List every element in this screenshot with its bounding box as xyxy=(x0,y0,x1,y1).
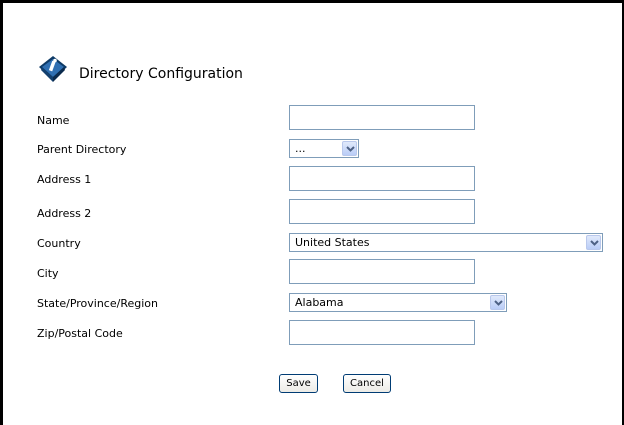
name-input[interactable] xyxy=(289,105,475,130)
chevron-down-icon[interactable] xyxy=(342,141,357,156)
state-label: State/Province/Region xyxy=(37,297,158,310)
parent-directory-label: Parent Directory xyxy=(37,143,127,156)
chevron-down-icon[interactable] xyxy=(586,235,601,250)
address1-label: Address 1 xyxy=(37,173,92,186)
country-value: United States xyxy=(295,236,370,249)
name-label: Name xyxy=(37,114,70,127)
state-select[interactable]: Alabama xyxy=(289,293,507,312)
country-select[interactable]: United States xyxy=(289,233,603,252)
country-label: Country xyxy=(37,237,81,250)
chevron-down-icon[interactable] xyxy=(490,295,505,310)
address2-input[interactable] xyxy=(289,199,475,224)
address2-label: Address 2 xyxy=(37,207,92,220)
directory-config-panel: Directory Configuration Name Parent Dire… xyxy=(0,0,624,425)
save-button[interactable]: Save xyxy=(279,374,318,393)
city-input[interactable] xyxy=(289,259,475,284)
cancel-button[interactable]: Cancel xyxy=(343,374,391,393)
parent-directory-value: ... xyxy=(295,142,306,155)
parent-directory-select[interactable]: ... xyxy=(289,139,359,158)
directory-book-icon xyxy=(39,56,67,82)
city-label: City xyxy=(37,267,59,280)
zip-label: Zip/Postal Code xyxy=(37,327,123,340)
state-value: Alabama xyxy=(295,296,344,309)
zip-input[interactable] xyxy=(289,320,475,345)
page-title: Directory Configuration xyxy=(79,66,243,82)
address1-input[interactable] xyxy=(289,166,475,191)
